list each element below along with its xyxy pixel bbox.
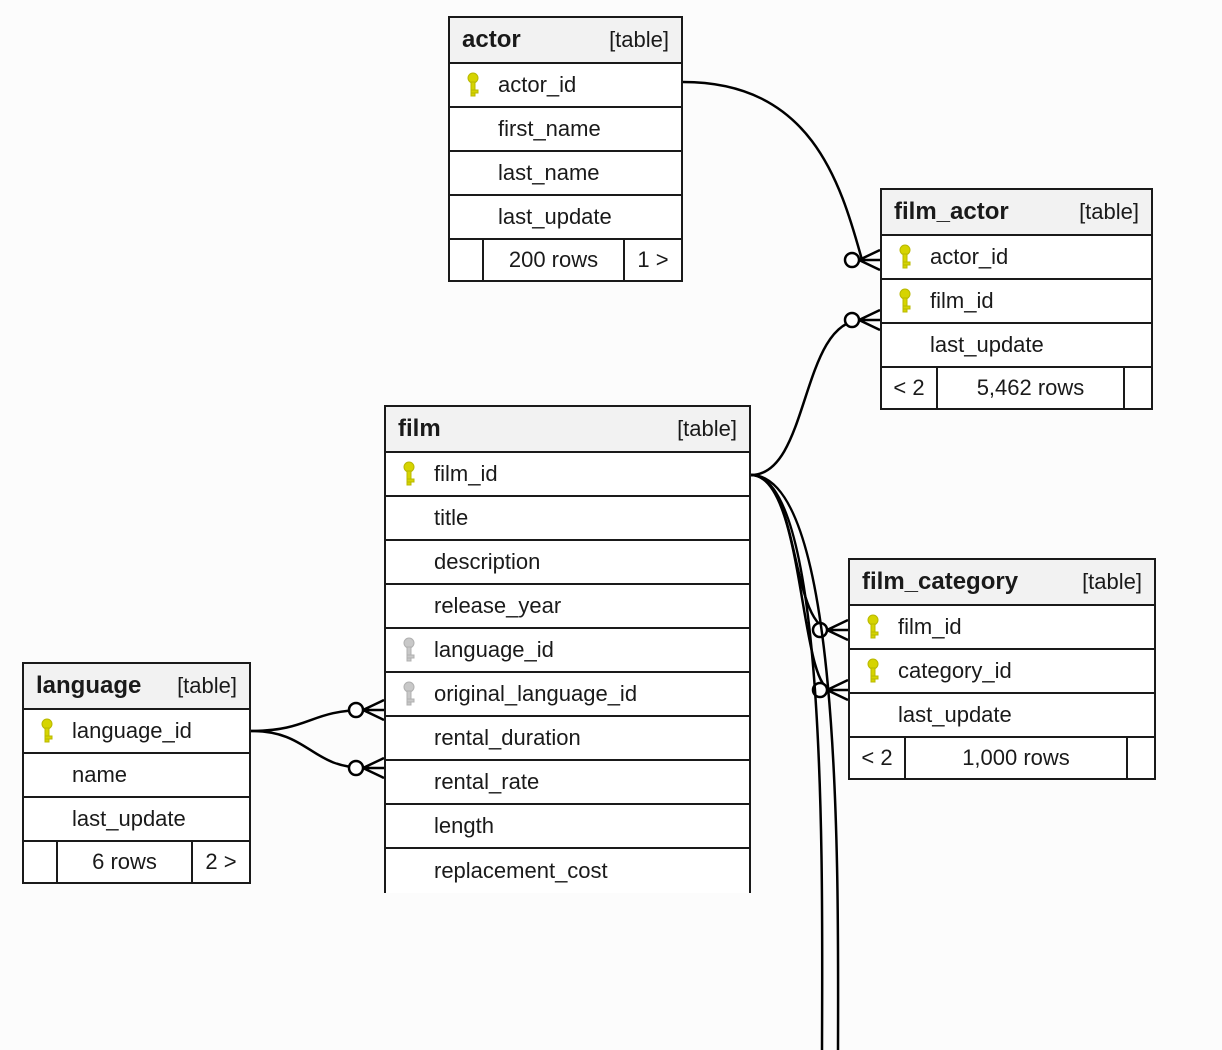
key-icon <box>896 288 914 314</box>
er-diagram-canvas: actor [table] actor_id first_name last_n… <box>0 0 1222 1050</box>
column-last_update[interactable]: last_update <box>882 324 1151 368</box>
row-count: 1,000 rows <box>906 738 1128 778</box>
key-icon <box>400 681 418 707</box>
entity-type: [table] <box>609 27 669 53</box>
column-film_id[interactable]: film_id <box>850 606 1154 650</box>
entity-name: film_category <box>862 568 1018 596</box>
entity-language[interactable]: language [table] language_id name last_u… <box>22 662 251 884</box>
column-name: language_id <box>434 637 554 663</box>
key-icon <box>864 614 882 640</box>
column-name: release_year <box>434 593 561 619</box>
column-replacement_cost[interactable]: replacement_cost <box>386 849 749 893</box>
entity-footer: 6 rows 2 > <box>24 842 249 882</box>
row-count: 6 rows <box>58 842 193 882</box>
column-name: actor_id <box>498 72 576 98</box>
entity-film_category[interactable]: film_category [table] film_id category_i… <box>848 558 1156 780</box>
row-count: 200 rows <box>484 240 625 280</box>
column-language_id[interactable]: language_id <box>24 710 249 754</box>
footer-blank <box>24 842 58 882</box>
nav-in[interactable]: < 2 <box>882 368 938 408</box>
column-name: description <box>434 549 540 575</box>
entity-header: film_category [table] <box>850 560 1154 606</box>
column-original_language_id[interactable]: original_language_id <box>386 673 749 717</box>
column-name: length <box>434 813 494 839</box>
column-name: last_update <box>498 204 612 230</box>
entity-film_actor[interactable]: film_actor [table] actor_id film_id last… <box>880 188 1153 410</box>
column-film_id[interactable]: film_id <box>386 453 749 497</box>
entity-name: language <box>36 672 141 700</box>
entity-type: [table] <box>177 673 237 699</box>
entity-type: [table] <box>1079 199 1139 225</box>
column-name: title <box>434 505 468 531</box>
entity-name: film_actor <box>894 198 1009 226</box>
column-name: film_id <box>434 461 498 487</box>
entity-type: [table] <box>1082 569 1142 595</box>
column-length[interactable]: length <box>386 805 749 849</box>
entity-footer: < 2 1,000 rows <box>850 738 1154 778</box>
column-last_name[interactable]: last_name <box>450 152 681 196</box>
column-rental_rate[interactable]: rental_rate <box>386 761 749 805</box>
column-language_id[interactable]: language_id <box>386 629 749 673</box>
nav-out[interactable]: 1 > <box>625 240 681 280</box>
column-description[interactable]: description <box>386 541 749 585</box>
key-icon <box>400 637 418 663</box>
column-name: last_update <box>72 806 186 832</box>
entity-footer: 200 rows 1 > <box>450 240 681 280</box>
column-actor_id[interactable]: actor_id <box>450 64 681 108</box>
column-name: rental_rate <box>434 769 539 795</box>
key-icon <box>464 72 482 98</box>
column-name: category_id <box>898 658 1012 684</box>
column-name[interactable]: name <box>24 754 249 798</box>
footer-blank <box>1125 368 1151 408</box>
column-name: first_name <box>498 116 601 142</box>
column-category_id[interactable]: category_id <box>850 650 1154 694</box>
entity-actor[interactable]: actor [table] actor_id first_name last_n… <box>448 16 683 282</box>
footer-blank <box>1128 738 1154 778</box>
column-name: language_id <box>72 718 192 744</box>
key-icon <box>38 718 56 744</box>
column-last_update[interactable]: last_update <box>450 196 681 240</box>
column-name: last_update <box>898 702 1012 728</box>
column-last_update[interactable]: last_update <box>850 694 1154 738</box>
entity-name: actor <box>462 26 521 54</box>
column-release_year[interactable]: release_year <box>386 585 749 629</box>
column-last_update[interactable]: last_update <box>24 798 249 842</box>
column-name: name <box>72 762 127 788</box>
column-rental_duration[interactable]: rental_duration <box>386 717 749 761</box>
column-actor_id[interactable]: actor_id <box>882 236 1151 280</box>
column-first_name[interactable]: first_name <box>450 108 681 152</box>
column-name: film_id <box>930 288 994 314</box>
entity-header: language [table] <box>24 664 249 710</box>
column-name: last_name <box>498 160 600 186</box>
column-name: actor_id <box>930 244 1008 270</box>
footer-blank <box>450 240 484 280</box>
entity-header: film [table] <box>386 407 749 453</box>
column-name: film_id <box>898 614 962 640</box>
key-icon <box>896 244 914 270</box>
nav-out[interactable]: 2 > <box>193 842 249 882</box>
row-count: 5,462 rows <box>938 368 1125 408</box>
column-name: original_language_id <box>434 681 637 707</box>
column-name: last_update <box>930 332 1044 358</box>
entity-header: actor [table] <box>450 18 681 64</box>
entity-footer: < 2 5,462 rows <box>882 368 1151 408</box>
entity-film[interactable]: film [table] film_id title description r… <box>384 405 751 893</box>
entity-name: film <box>398 415 441 443</box>
column-name: replacement_cost <box>434 858 608 884</box>
key-icon <box>864 658 882 684</box>
entity-header: film_actor [table] <box>882 190 1151 236</box>
column-film_id[interactable]: film_id <box>882 280 1151 324</box>
column-title[interactable]: title <box>386 497 749 541</box>
entity-type: [table] <box>677 416 737 442</box>
column-name: rental_duration <box>434 725 581 751</box>
key-icon <box>400 461 418 487</box>
nav-in[interactable]: < 2 <box>850 738 906 778</box>
